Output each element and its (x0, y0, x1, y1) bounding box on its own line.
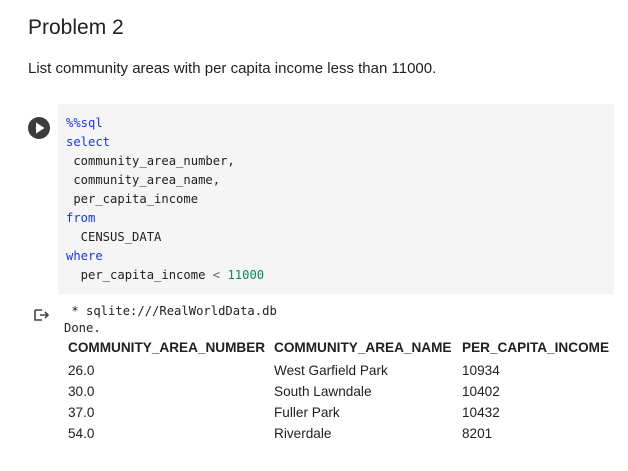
condition-operator: < (212, 268, 221, 282)
table-cell: 10432 (462, 405, 500, 420)
code-line-col1: community_area_number, (66, 154, 235, 168)
table-cell: Riverdale (274, 426, 332, 441)
table-cell: 30.0 (68, 384, 95, 399)
problem-heading: Problem 2 (28, 16, 124, 39)
code-line-magic: %%sql (66, 116, 103, 130)
table-cell: 37.0 (68, 405, 95, 420)
code-editor[interactable]: %%sql select community_area_number, comm… (58, 104, 614, 294)
code-line-condition: per_capita_income < 11000 (66, 268, 264, 282)
table-cell: South Lawndale (274, 384, 372, 399)
run-cell-button[interactable] (28, 117, 50, 139)
table-cell: West Garfield Park (274, 363, 388, 378)
column-header: COMMUNITY_AREA_NUMBER (68, 340, 266, 355)
table-cell: 54.0 (68, 426, 95, 441)
condition-value: 11000 (227, 268, 265, 282)
code-line-from: from (66, 211, 96, 225)
code-line-table: CENSUS_DATA (66, 230, 162, 244)
condition-lhs: per_capita_income (66, 268, 213, 282)
code-line-col2: community_area_name, (66, 173, 221, 187)
column-header: COMMUNITY_AREA_NAME (274, 340, 452, 355)
code-line-col3: per_capita_income (66, 192, 199, 206)
code-cell[interactable]: %%sql select community_area_number, comm… (20, 104, 614, 294)
table-cell: Fuller Park (274, 405, 340, 420)
table-cell: 8201 (462, 426, 493, 441)
table-cell: 10934 (462, 363, 500, 378)
table-cell: 10402 (462, 384, 500, 399)
problem-description: List community areas with per capita inc… (28, 60, 437, 77)
table-cell: 26.0 (68, 363, 95, 378)
play-icon (36, 122, 45, 134)
code-line-select: select (66, 135, 111, 149)
code-line-where: where (66, 249, 103, 263)
column-header: PER_CAPITA_INCOME (462, 340, 610, 355)
output-status: Done. (64, 321, 101, 335)
output-arrow-icon[interactable] (32, 306, 50, 324)
output-connection: * sqlite:///RealWorldData.db (64, 304, 277, 318)
